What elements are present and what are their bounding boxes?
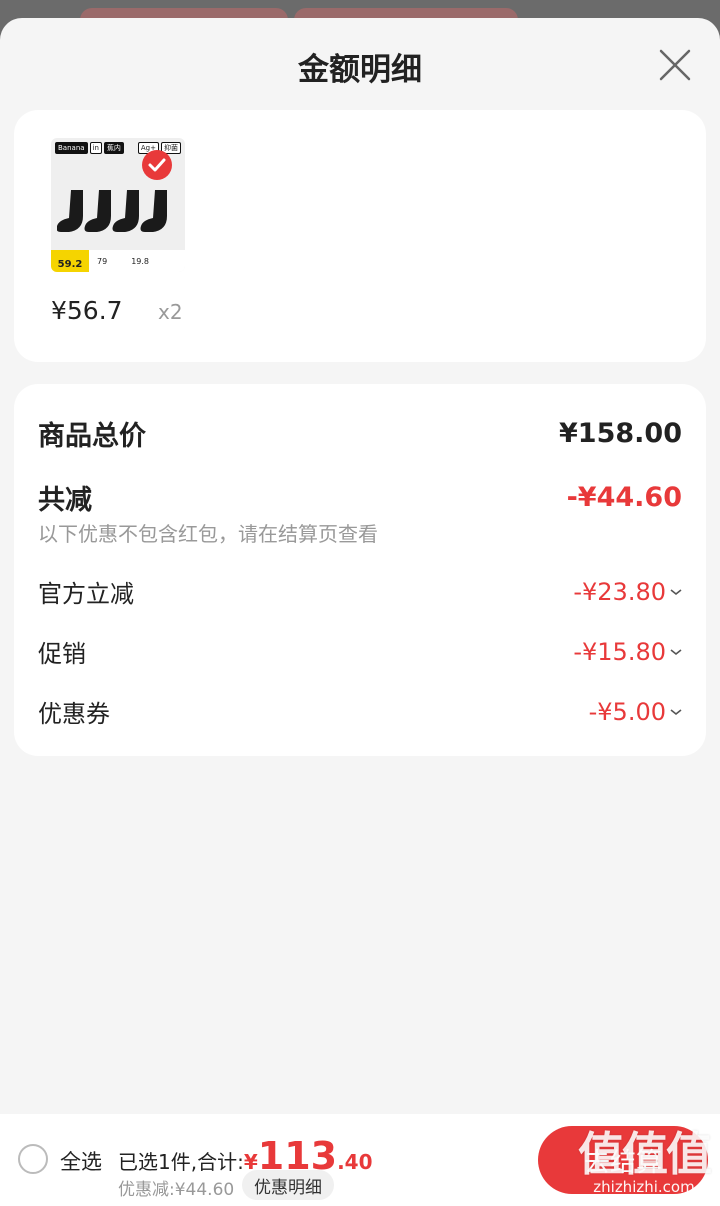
total-decimal: .40 — [337, 1150, 373, 1174]
total-price-value: ¥158.00 — [559, 418, 682, 449]
price-integer: 56 — [66, 296, 99, 325]
thumb-tag: in — [89, 142, 102, 154]
thumb-tag: 蕉内 — [103, 142, 124, 154]
selected-count-text: 已选1件,合计: — [118, 1150, 244, 1174]
discount-value: -¥15.80 — [573, 638, 682, 666]
total-reduction-value: -¥44.60 — [566, 482, 682, 513]
discount-value: -¥5.00 — [589, 698, 682, 726]
total-reduction-label: 共减 — [38, 485, 92, 516]
chevron-down-icon — [670, 648, 682, 655]
checkout-footer: 全选 已选1件,合计: ¥ 113 .40 优惠减:¥44.60 优惠明细 去结… — [0, 1114, 720, 1206]
sheet-header: 金额明细 — [0, 18, 720, 110]
product-quantity: x2 — [158, 300, 183, 324]
discount-amount: -¥23.80 — [573, 577, 666, 606]
thumb-tags: Banana in 蕉内 — [55, 142, 124, 154]
thumb-num: 79 — [97, 256, 108, 266]
discount-summary: 优惠减:¥44.60 — [118, 1180, 235, 1200]
discount-detail-button[interactable]: 优惠明细 — [242, 1170, 334, 1200]
product-card: Banana in 蕉内 Ag+ 抑菌 59.2 79 19.8 ¥ 56 .7… — [14, 110, 706, 362]
thumb-price: 59.2 — [51, 250, 89, 272]
discount-label: 促销 — [38, 640, 86, 668]
close-icon[interactable] — [658, 48, 692, 82]
discount-row-official[interactable]: 官方立减 -¥23.80 — [38, 574, 682, 609]
checkout-button[interactable]: 去结算 — [538, 1126, 708, 1194]
discount-amount: -¥15.80 — [573, 637, 666, 666]
price-decimal: .7 — [98, 296, 123, 325]
reduction-note: 以下优惠不包含红包，请在结算页查看 — [38, 522, 378, 546]
amount-detail-sheet: 金额明细 Banana in 蕉内 Ag+ 抑菌 59.2 79 19.8 ¥ … — [0, 18, 720, 1206]
select-all-label[interactable]: 全选 — [60, 1146, 102, 1176]
discount-amount: -¥5.00 — [588, 697, 666, 726]
price-detail-card: 商品总价 ¥158.00 共减 -¥44.60 以下优惠不包含红包，请在结算页查… — [14, 384, 706, 756]
total-reduction-row: 共减 -¥44.60 — [38, 478, 682, 517]
total-price-row: 商品总价 ¥158.00 — [38, 414, 682, 453]
order-summary: 已选1件,合计: ¥ 113 .40 — [118, 1134, 373, 1178]
discount-label: 优惠券 — [38, 700, 110, 728]
thumb-info-bar: 59.2 79 19.8 — [51, 250, 185, 272]
discount-row-promotion[interactable]: 促销 -¥15.80 — [38, 634, 682, 669]
select-all-radio[interactable] — [18, 1144, 48, 1174]
chevron-down-icon — [670, 708, 682, 715]
product-price: ¥ 56 .7 — [51, 296, 123, 325]
selected-check-icon[interactable] — [142, 150, 172, 180]
discount-row-coupon[interactable]: 优惠券 -¥5.00 — [38, 694, 682, 729]
sheet-title: 金额明细 — [298, 52, 422, 88]
price-symbol: ¥ — [51, 296, 67, 325]
total-price-label: 商品总价 — [38, 421, 146, 452]
chevron-down-icon — [670, 588, 682, 595]
socks-image — [57, 190, 167, 232]
thumb-tag: Banana — [55, 142, 88, 154]
discount-value: -¥23.80 — [573, 578, 682, 606]
thumb-num: 19.8 — [131, 256, 149, 266]
discount-label: 官方立减 — [38, 580, 134, 608]
